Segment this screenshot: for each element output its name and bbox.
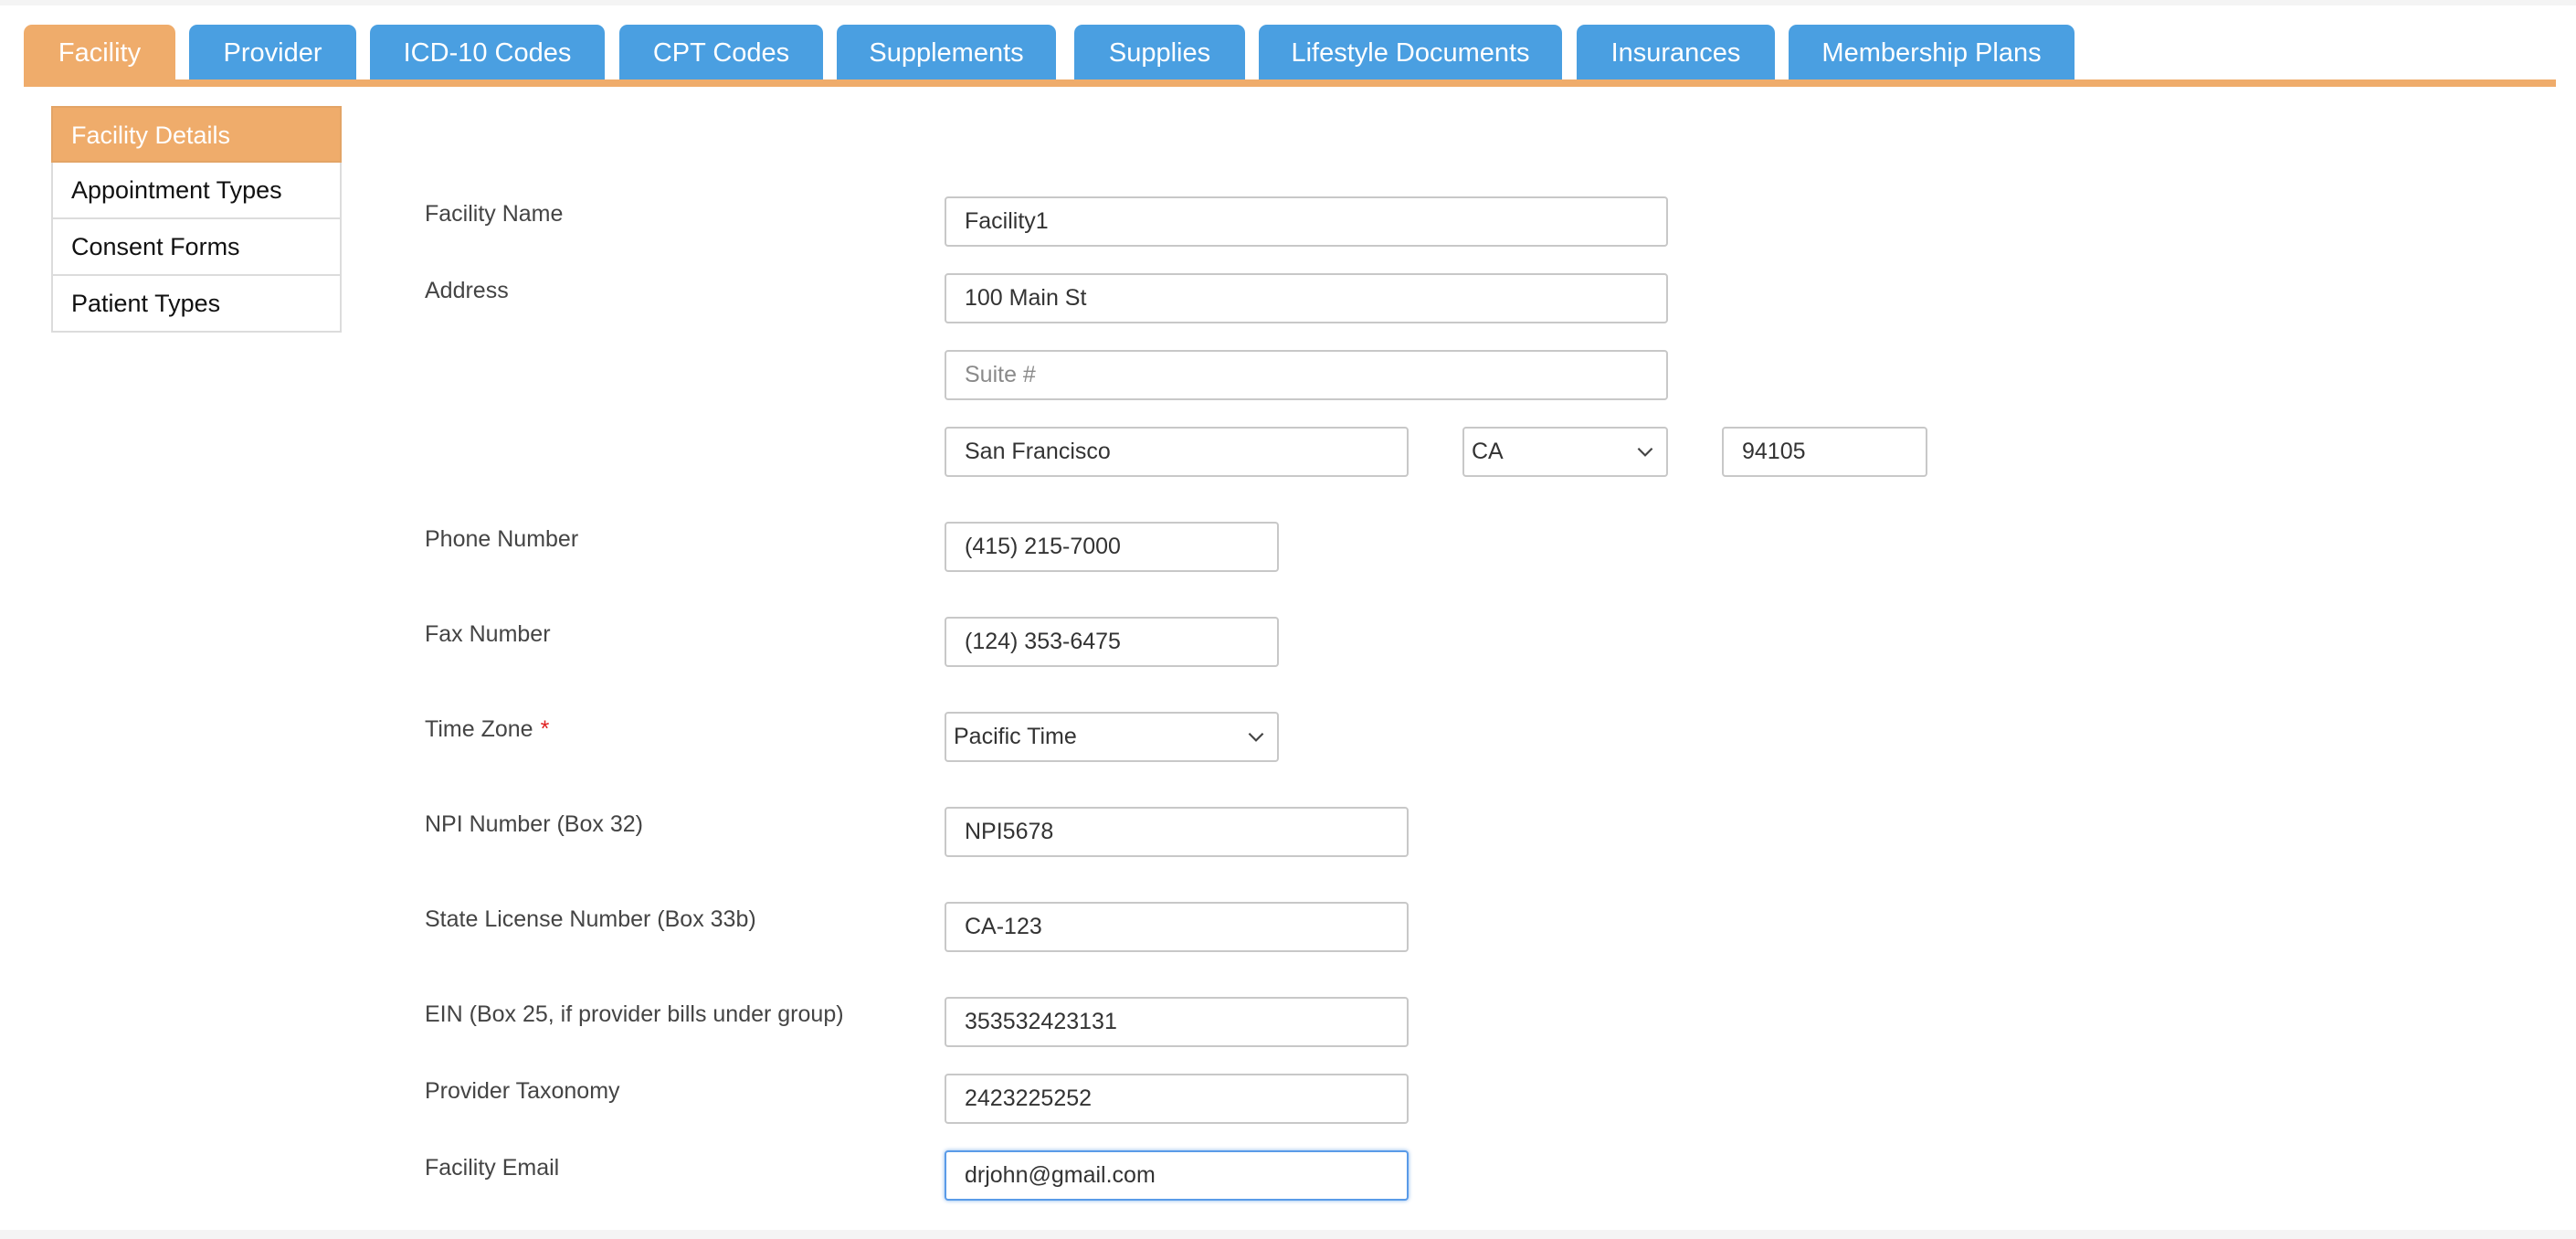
sidebar-item-facility-details[interactable]: Facility Details	[51, 106, 342, 163]
npi-number-input[interactable]	[945, 807, 1409, 857]
address-city-input[interactable]	[945, 427, 1409, 477]
npi-number-label: NPI Number (Box 32)	[425, 811, 643, 837]
facility-email-input[interactable]	[945, 1150, 1409, 1201]
address-street-input[interactable]	[945, 273, 1668, 323]
phone-number-input[interactable]	[945, 522, 1279, 572]
bottom-edge	[0, 1230, 2576, 1239]
provider-taxonomy-input[interactable]	[945, 1074, 1409, 1124]
state-license-label: State License Number (Box 33b)	[425, 906, 756, 932]
provider-taxonomy-label: Provider Taxonomy	[425, 1078, 620, 1104]
address-label: Address	[425, 278, 509, 303]
facility-name-label: Facility Name	[425, 201, 564, 227]
time-zone-label-text: Time Zone	[425, 716, 533, 742]
tab-underline	[24, 79, 2556, 87]
sidebar-item-patient-types[interactable]: Patient Types	[51, 276, 342, 333]
fax-number-label: Fax Number	[425, 621, 551, 647]
address-state-select[interactable]: CA	[1462, 427, 1668, 477]
address-zip-input[interactable]	[1722, 427, 1927, 477]
sidebar-item-appointment-types[interactable]: Appointment Types	[51, 163, 342, 219]
facility-name-input[interactable]	[945, 196, 1668, 247]
chevron-down-icon	[1248, 732, 1264, 742]
tab-icd10-codes[interactable]: ICD-10 Codes	[370, 25, 605, 79]
state-license-input[interactable]	[945, 902, 1409, 952]
sidebar-nav: Facility Details Appointment Types Conse…	[51, 106, 342, 333]
time-zone-label: Time Zone *	[425, 716, 549, 743]
tab-insurances[interactable]: Insurances	[1577, 25, 1775, 79]
tab-supplements[interactable]: Supplements	[837, 25, 1056, 79]
tab-cpt-codes[interactable]: CPT Codes	[619, 25, 823, 79]
time-zone-select[interactable]: Pacific Time	[945, 712, 1279, 762]
ein-input[interactable]	[945, 997, 1409, 1047]
phone-number-label: Phone Number	[425, 526, 579, 552]
ein-label: EIN (Box 25, if provider bills under gro…	[425, 1001, 844, 1027]
tab-lifestyle-documents[interactable]: Lifestyle Documents	[1259, 25, 1562, 79]
required-asterisk: *	[540, 716, 550, 742]
facility-email-label: Facility Email	[425, 1155, 560, 1181]
tab-provider[interactable]: Provider	[189, 25, 356, 79]
fax-number-input[interactable]	[945, 617, 1279, 667]
tab-facility[interactable]: Facility	[24, 25, 175, 81]
tab-supplies[interactable]: Supplies	[1074, 25, 1245, 79]
address-state-value: CA	[1472, 439, 1504, 464]
sidebar-item-consent-forms[interactable]: Consent Forms	[51, 219, 342, 276]
top-edge	[0, 0, 2576, 5]
address-suite-input[interactable]	[945, 350, 1668, 400]
time-zone-value: Pacific Time	[954, 724, 1077, 749]
tab-membership-plans[interactable]: Membership Plans	[1789, 25, 2075, 79]
chevron-down-icon	[1637, 447, 1653, 457]
